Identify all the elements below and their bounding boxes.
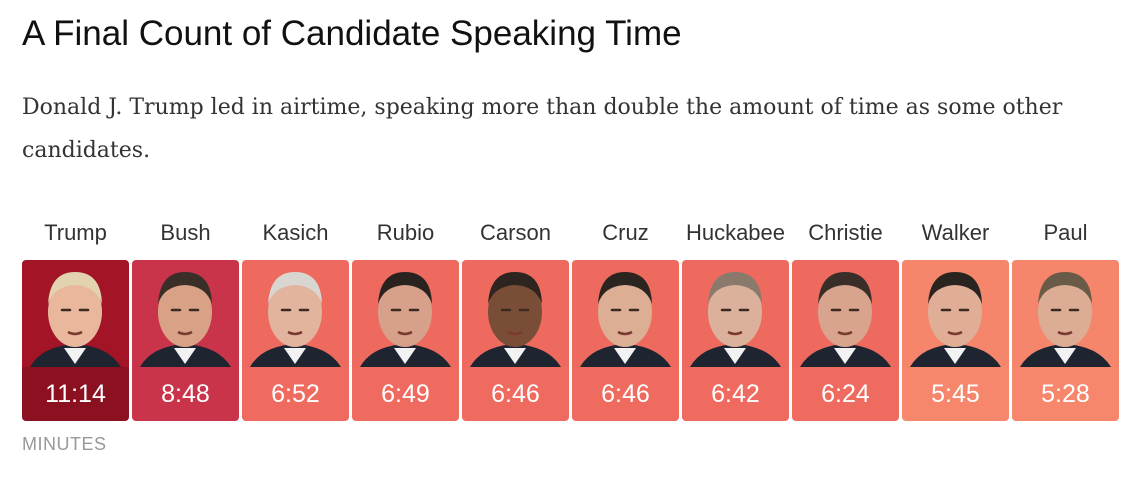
candidate-photo [462,260,569,367]
candidate-photo [242,260,349,367]
speaking-time-value: 6:24 [792,367,899,421]
candidate-name: Paul [1043,220,1088,245]
candidate-photo [1012,260,1119,367]
unit-label: MINUTES [22,434,107,454]
chart-subtitle: Donald J. Trump led in airtime, speaking… [22,95,1063,163]
speaking-time-value: 6:49 [352,367,459,421]
candidate-photo [792,260,899,367]
candidate-photo [352,260,459,367]
speaking-time-value: 8:48 [132,367,239,421]
speaking-time-value: 6:52 [242,367,349,421]
candidate-row: Trump 11:14 Bush 8:48 Kasich 6:52 Rubio 6:49 Car… [22,218,1122,428]
speaking-time-value: 5:28 [1012,367,1119,421]
speaking-time-value: 11:14 [22,367,129,421]
candidate-name: Trump [44,220,107,245]
speaking-time-value: 6:46 [572,367,679,421]
candidate-name: Cruz [602,220,649,245]
speaking-time-value: 5:45 [902,367,1009,421]
speaking-time-value: 6:46 [462,367,569,421]
candidate-photo [132,260,239,367]
chart-title: A Final Count of Candidate Speaking Time [22,14,682,53]
candidate-name: Carson [480,220,551,245]
candidate-photo [902,260,1009,367]
candidate-name: Huckabee [685,220,786,245]
candidate-name: Christie [808,220,883,245]
candidate-name: Bush [160,220,211,245]
candidate-name: Rubio [376,220,435,245]
candidate-name: Kasich [262,220,329,245]
candidate-photo [22,260,129,367]
speaking-time-value: 6:42 [682,367,789,421]
candidate-photo [682,260,789,367]
candidate-photo [572,260,679,367]
candidate-name: Walker [921,220,990,245]
